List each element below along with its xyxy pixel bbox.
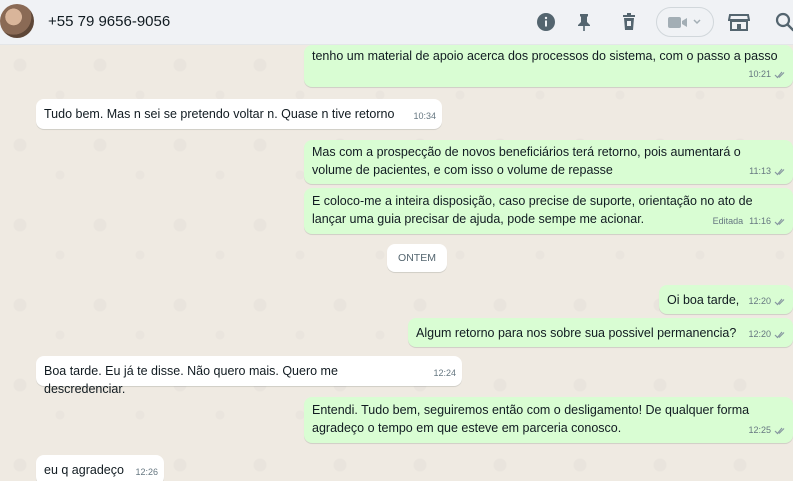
outgoing-message[interactable]: E coloco-me a inteira disposição, caso p… (304, 188, 793, 234)
message-text: Boa tarde. Eu já te disse. Não quero mai… (44, 364, 338, 396)
trash-icon[interactable] (619, 12, 639, 32)
message-text: eu q agradeço (44, 463, 124, 477)
incoming-message[interactable]: Boa tarde. Eu já te disse. Não quero mai… (36, 356, 462, 396)
outgoing-message[interactable]: tenho um material de apoio acerca dos pr… (304, 45, 793, 87)
message-time: 10:21 (748, 69, 771, 79)
read-ticks-icon (774, 218, 785, 225)
incoming-message[interactable]: eu q agradeço 12:26 (36, 455, 164, 481)
message-text: Tudo bem. Mas n sei se pretendo voltar n… (44, 107, 395, 121)
message-text: Entendi. Tudo bem, seguiremos então com … (312, 403, 750, 435)
message-text: Mas com a prospecção de novos beneficiár… (312, 145, 741, 177)
read-ticks-icon (774, 427, 785, 434)
message-list[interactable]: tenho um material de apoio acerca dos pr… (0, 45, 793, 481)
message-meta: 12:25 (748, 421, 787, 439)
incoming-message[interactable]: Tudo bem. Mas n sei se pretendo voltar n… (36, 99, 442, 129)
message-time: 10:34 (413, 111, 436, 121)
outgoing-message[interactable]: Oi boa tarde, 12:20 (659, 285, 793, 314)
read-ticks-icon (774, 168, 785, 175)
message-text: Algum retorno para nos sobre sua possive… (416, 326, 737, 340)
message-meta: Editada 11:16 (713, 212, 787, 230)
read-ticks-icon (774, 331, 785, 338)
message-meta: 10:21 (748, 65, 787, 83)
contact-avatar[interactable] (0, 4, 34, 38)
outgoing-message[interactable]: Mas com a prospecção de novos beneficiár… (304, 140, 793, 184)
message-time: 12:20 (748, 329, 771, 339)
pin-icon[interactable] (574, 12, 594, 32)
message-meta: 12:20 (748, 292, 787, 310)
read-ticks-icon (774, 298, 785, 305)
message-meta: 11:13 (749, 162, 787, 180)
outgoing-message[interactable]: Algum retorno para nos sobre sua possive… (408, 318, 793, 347)
edited-label: Editada (712, 216, 744, 226)
store-icon[interactable] (728, 12, 750, 32)
message-text: E coloco-me a inteira disposição, caso p… (312, 194, 753, 226)
message-meta: 12:20 (748, 325, 787, 343)
message-time: 12:24 (433, 368, 456, 378)
outgoing-message[interactable]: Entendi. Tudo bem, seguiremos então com … (304, 397, 793, 443)
message-time: 12:26 (135, 467, 158, 477)
read-ticks-icon (774, 71, 785, 78)
date-separator: ONTEM (387, 244, 447, 272)
contact-name[interactable]: +55 79 9656-9056 (48, 13, 170, 30)
message-meta: 12:26 (135, 463, 158, 481)
chat-header: +55 79 9656-9056 (0, 0, 793, 45)
message-time: 12:20 (748, 296, 771, 306)
message-meta: 10:34 (413, 107, 436, 125)
info-icon[interactable] (536, 12, 556, 32)
search-icon[interactable] (775, 12, 793, 32)
message-time: 11:16 (749, 216, 771, 226)
message-text: tenho um material de apoio acerca dos pr… (312, 49, 778, 63)
message-time: 11:13 (749, 166, 771, 176)
message-meta: 12:24 (433, 364, 456, 382)
message-time: 12:25 (748, 425, 771, 435)
chevron-down-icon (693, 19, 701, 25)
video-call-icon (668, 17, 687, 28)
video-call-button[interactable] (656, 7, 714, 37)
message-text: Oi boa tarde, (667, 293, 740, 307)
